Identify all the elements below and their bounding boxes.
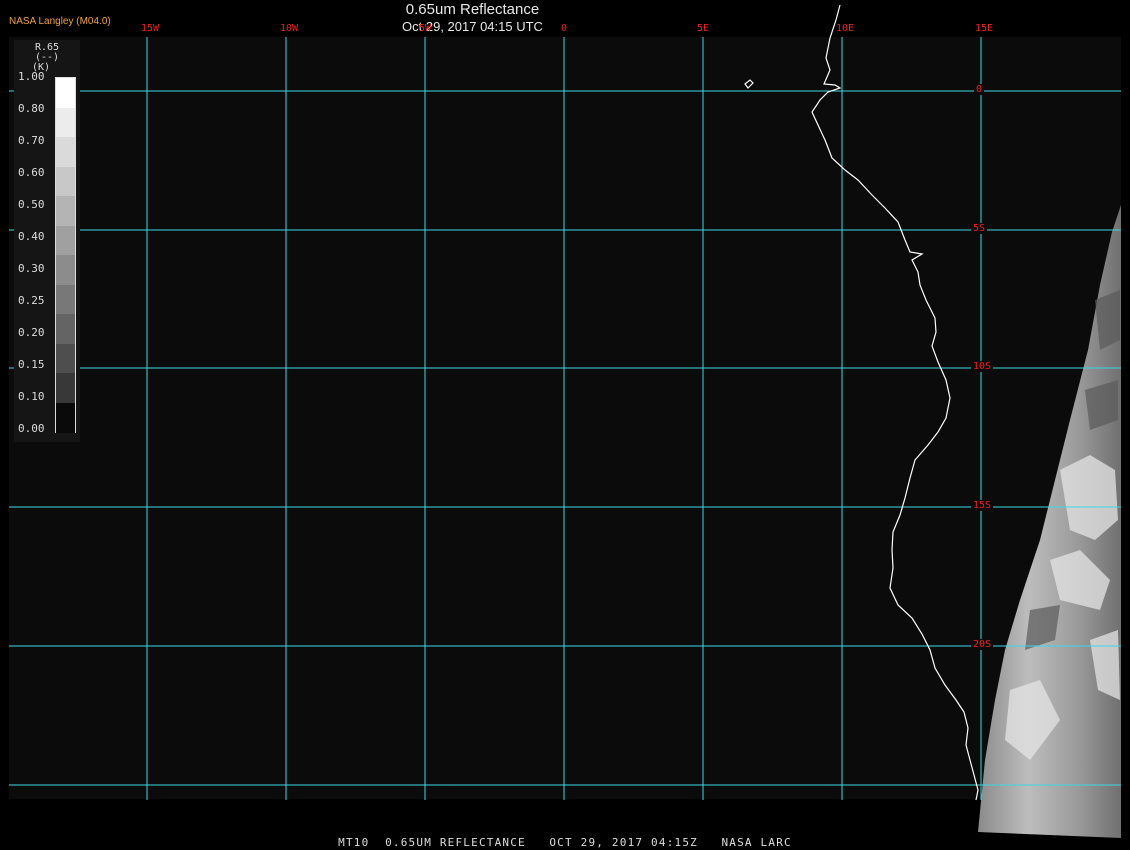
latitude-label: 5S bbox=[971, 223, 988, 234]
latitude-label: 0 bbox=[974, 84, 985, 95]
colorbar-tick-label: 0.40 bbox=[18, 230, 45, 243]
latitude-label: 10S bbox=[971, 361, 994, 372]
colorbar-swatch bbox=[56, 166, 75, 197]
longitude-label: 5E bbox=[697, 23, 710, 34]
colorbar-tick-label: 0.50 bbox=[18, 198, 45, 211]
colorbar-tick-label: 0.60 bbox=[18, 166, 45, 179]
colorbar-swatch bbox=[56, 373, 75, 403]
colorbar-swatch bbox=[56, 225, 75, 256]
colorbar-swatch bbox=[56, 255, 75, 285]
colorbar-swatch bbox=[56, 314, 75, 344]
map-title: 0.65um Reflectance bbox=[405, 1, 540, 18]
longitude-label: 15W bbox=[141, 23, 160, 34]
colorbar-swatch bbox=[56, 78, 75, 108]
colorbar-swatch bbox=[56, 107, 75, 138]
longitude-label: 10W bbox=[280, 23, 299, 34]
colorbar-tick-label: 0.70 bbox=[18, 134, 45, 147]
colorbar-swatch bbox=[56, 284, 75, 315]
latitude-label: 20S bbox=[971, 639, 994, 650]
colorbar-swatch bbox=[56, 402, 75, 433]
footer-caption: MT10 0.65UM REFLECTANCE OCT 29, 2017 04:… bbox=[338, 836, 792, 849]
longitude-label: 15E bbox=[975, 23, 994, 34]
longitude-label: 10E bbox=[836, 23, 855, 34]
colorbar-swatch bbox=[56, 343, 75, 374]
colorbar-tick-label: 1.00 bbox=[18, 70, 45, 83]
latitude-label: 15S bbox=[971, 500, 994, 511]
colorbar-tick-label: 0.10 bbox=[18, 390, 45, 403]
colorbar-tick-label: 0.30 bbox=[18, 262, 45, 275]
colorbar-tick-label: 0.15 bbox=[18, 358, 45, 371]
colorbar-swatch bbox=[56, 196, 75, 226]
colorbar-swatch bbox=[56, 137, 75, 167]
satellite-map bbox=[0, 0, 1130, 850]
colorbar: R.65 (--) (K) 1.00 0.80 0.70 0.60 0.50 0.40 0.… bbox=[14, 40, 80, 442]
colorbar-tick-label: 0.25 bbox=[18, 294, 45, 307]
colorbar-tick-label: 0.80 bbox=[18, 102, 45, 115]
colorbar-scale bbox=[55, 77, 76, 433]
longitude-label: 0 bbox=[561, 23, 568, 34]
colorbar-tick-label: 0.00 bbox=[18, 422, 45, 435]
longitude-label: 5W bbox=[419, 23, 432, 34]
colorbar-tick-label: 0.20 bbox=[18, 326, 45, 339]
